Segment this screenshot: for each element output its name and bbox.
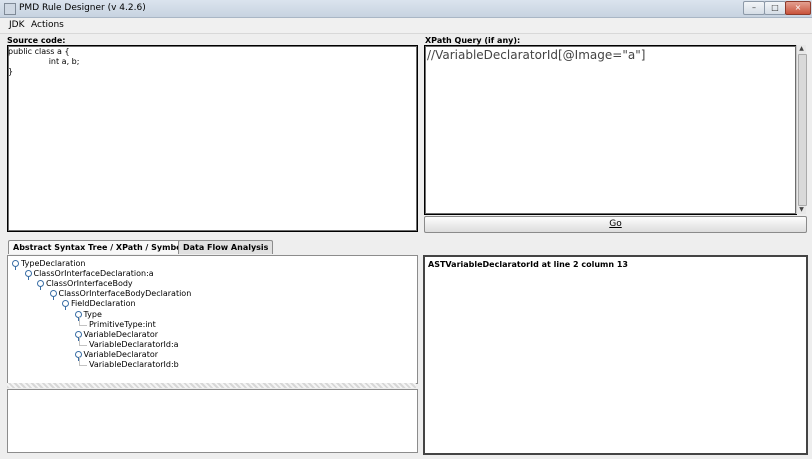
tree-connector [79,365,87,366]
tree-key-icon[interactable] [12,260,19,270]
ast-tree-panel: TypeDeclaration ClassOrInterfaceDeclarati… [7,255,418,384]
go-button-label: Go [609,219,622,229]
tree-connector [79,335,80,346]
ast-node[interactable]: PrimitiveType:int [89,320,156,329]
source-code-editor[interactable]: public class a { int a, b;} [7,45,418,232]
menu-actions[interactable]: Actions [31,20,64,30]
tree-connector [79,356,80,366]
tree-key-icon[interactable] [24,270,32,281]
source-code-label: Source code: [7,36,66,45]
xpath-query-text: //VariableDeclaratorId[@Image="a"] [427,48,646,62]
ast-node[interactable]: ClassOrInterfaceBodyDeclaration [59,289,192,298]
arrow-up-icon[interactable]: ▲ [797,45,806,53]
go-button[interactable]: Go [424,216,807,233]
menu-jdk[interactable]: JDK [9,20,25,30]
source-code-text: public class a { int a, b;} [8,47,417,77]
ast-node[interactable]: VariableDeclarator [84,350,159,359]
pmd-rule-designer-window: PMD Rule Designer (v 4.2.6) – □ × JDK Ac… [0,0,812,459]
maximize-button[interactable]: □ [764,1,786,15]
tree-connector [79,315,80,326]
close-button[interactable]: × [785,1,811,15]
source-line: } [8,67,14,76]
xpath-output-panel[interactable] [7,389,418,453]
ast-node[interactable]: ClassOrInterfaceDeclaration:a [34,269,154,278]
title-bar[interactable]: PMD Rule Designer (v 4.2.6) – □ × [0,0,812,18]
arrow-down-icon[interactable]: ▼ [797,206,806,214]
tree-key-icon[interactable] [62,300,69,311]
tree-connector [79,324,87,326]
app-icon [4,3,16,15]
window-title: PMD Rule Designer (v 4.2.6) [19,3,146,13]
menu-bar: JDK Actions [0,18,812,34]
minimize-button[interactable]: – [743,1,765,15]
tab-data-flow[interactable]: Data Flow Analysis [178,240,274,254]
source-line: int a, b; [8,57,80,66]
ast-node[interactable]: VariableDeclaratorId:a [89,340,179,349]
xpath-query-label: XPath Query (if any): [425,36,521,45]
xpath-query-input[interactable]: //VariableDeclaratorId[@Image="a"] [424,45,797,215]
ast-node[interactable]: TypeDeclaration [21,259,86,268]
ast-node[interactable]: Type [84,310,102,319]
tree-connector [79,344,87,346]
xpath-scrollbar[interactable]: ▲ ▼ [796,45,807,214]
ast-node[interactable]: VariableDeclarator [84,330,159,339]
source-line: public class a { [8,47,70,56]
ast-node[interactable]: VariableDeclaratorId:b [89,360,179,369]
result-panel[interactable]: ASTVariableDeclaratorId at line 2 column… [423,255,808,455]
result-text: ASTVariableDeclaratorId at line 2 column… [428,260,628,269]
ast-node[interactable]: FieldDeclaration [71,299,136,308]
split-divider[interactable] [7,383,416,388]
scrollbar-thumb[interactable] [798,54,807,206]
tree-key-icon[interactable] [37,280,44,291]
ast-node[interactable]: ClassOrInterfaceBody [46,279,133,288]
tree-key-icon[interactable] [49,290,57,301]
